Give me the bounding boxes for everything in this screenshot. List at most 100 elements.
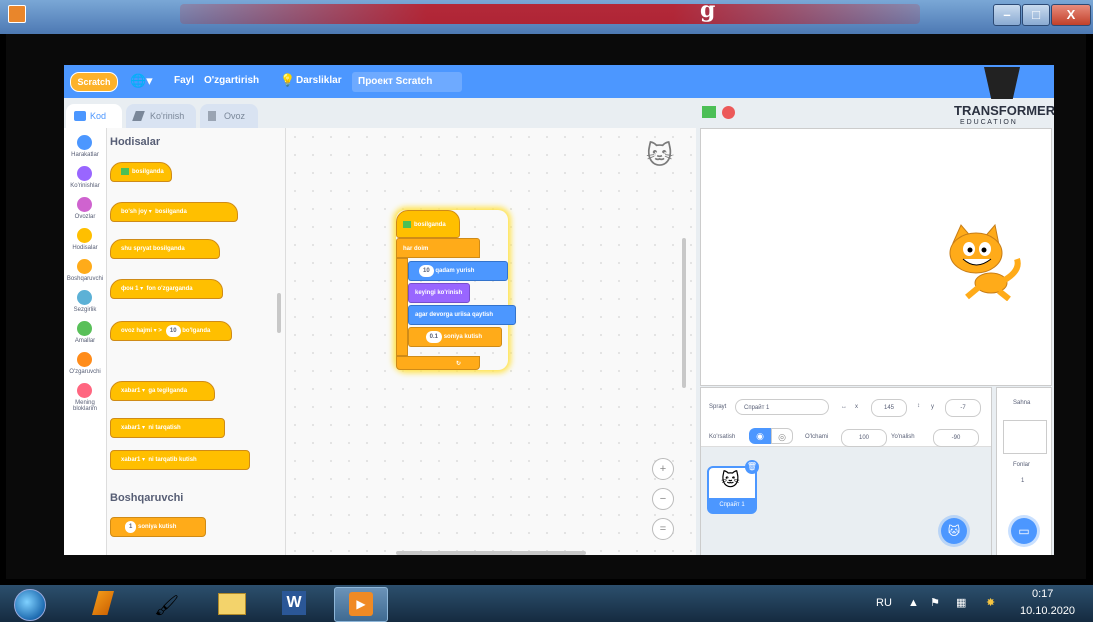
power-icon[interactable]: ✸ [986,596,995,609]
sprite-thumb-label: Спрайт 1 [709,498,755,512]
tray-expand-icon[interactable]: ▲ [908,597,919,609]
x-input[interactable]: 145 [871,399,907,417]
choose-sprite-button[interactable]: 🐱 [941,518,967,544]
language-indicator[interactable]: RU [876,597,892,609]
block-when-flag-clicked[interactable]: bosilganda [110,162,172,182]
category-my-blocks[interactable]: Mening bloklarim [64,380,106,426]
block-when-backdrop-switches[interactable]: фон 1 ▾ fon o'zgarganda [110,279,223,299]
cat-sprite[interactable] [939,221,1029,301]
flag-icon[interactable]: ⚑ [930,596,940,609]
show-eye-icon[interactable]: ◉ [749,428,771,444]
close-button[interactable]: X [1051,4,1091,26]
script-next-costume[interactable]: keyingi ko'rinish [408,283,470,303]
script-bounce[interactable]: agar devorga uriisa qaytish [408,305,516,325]
taskbar-player[interactable]: ▶ [334,587,388,622]
start-button[interactable] [14,589,46,621]
tab-sounds[interactable]: Ovoz [200,104,258,128]
sprite-thumbnail[interactable]: 🐱 Спрайт 1 🗑 [707,460,759,514]
taskbar-explorer[interactable] [204,587,256,620]
stage-thumbnail[interactable] [1003,420,1047,454]
category-dot [77,135,92,150]
category-label: Ovozlar [74,214,96,220]
folder-icon [218,593,246,615]
script-move-steps[interactable]: 10 qadam yurish [408,261,508,281]
block-dropdown[interactable]: xabar1 [121,457,140,463]
block-text: bo'lganda [182,328,211,334]
block-input[interactable]: 1 [125,521,137,533]
menu-file[interactable]: Fayl [174,75,194,86]
block-input[interactable]: 10 [165,325,181,337]
backdrops-label: Fonlar [1013,462,1031,468]
script-wait[interactable]: 0.1 soniya kutish [408,327,502,347]
green-flag-icon [121,167,129,175]
block-dropdown[interactable]: ovoz hajmi [121,328,152,334]
green-flag-button[interactable] [702,106,716,118]
taskbar-app-2[interactable]: 🖌 [140,587,192,620]
globe-icon[interactable]: 🌐▾ [130,73,153,89]
y-input[interactable]: -7 [945,399,981,417]
sprite-ghost-icon: 🐱 [646,140,674,170]
zoom-in-button[interactable]: + [652,458,674,480]
stage-selector: Sahna Fonlar 1 ▭ [996,387,1052,555]
brush-icon [132,111,145,121]
block-input[interactable]: 10 [419,265,434,277]
block-dropdown[interactable]: bo'sh joy [121,209,147,215]
block-broadcast[interactable]: xabar1 ▾ ni tarqatish [110,418,225,438]
stage[interactable] [700,128,1052,386]
project-title-input[interactable]: Проект Scratch [352,72,462,92]
block-when-i-receive[interactable]: xabar1 ▾ ga tegilganda [110,381,215,401]
size-input[interactable]: 100 [841,429,887,447]
menu-edit[interactable]: O'zgartirish [204,75,259,86]
trash-icon[interactable]: 🗑 [745,460,759,474]
clock-date[interactable]: 10.10.2020 [1020,605,1075,617]
block-wait[interactable]: 1 soniya kutish [110,517,206,537]
code-workspace[interactable]: 🐱 bosilganda har doim 10 qadam yurish ke… [286,128,696,555]
window-titlebar: g – □ X [0,0,1093,34]
clock-time[interactable]: 0:17 [1032,588,1053,600]
workspace-scrollbar[interactable] [396,551,586,555]
watermark-sub: E D U C A T I O N [960,119,1016,126]
stop-button[interactable] [722,106,735,119]
show-label: Ko'rsatish [709,434,736,440]
block-dropdown[interactable]: фон 1 [121,286,138,292]
tab-costumes[interactable]: Ko'rinish [126,104,196,128]
tab-code[interactable]: Kod [66,104,122,128]
category-label: Hodisalar [72,245,98,251]
hide-eye-icon[interactable]: ◎ [771,428,793,444]
category-label: Amallar [74,338,96,344]
block-broadcast-and-wait[interactable]: xabar1 ▾ ni tarqatib kutish [110,450,250,470]
direction-input[interactable]: -90 [933,429,979,447]
lightbulb-icon: 💡 [280,73,295,87]
x-label: x [855,404,858,410]
zoom-reset-button[interactable]: = [652,518,674,540]
sprite-props: Sprayt Спрайт 1 ↔ x 145 ↕ y -7 Ko'rsatis… [701,388,991,447]
sprite-name-input[interactable]: Спрайт 1 [735,399,829,415]
zoom-out-button[interactable]: − [652,488,674,510]
block-when-greater-than[interactable]: ovoz hajmi ▾ >10 bo'lganda [110,321,232,341]
title-glare [180,4,920,24]
taskbar-word[interactable]: W [268,587,320,620]
script-hat-flag[interactable]: bosilganda [396,210,460,238]
maximize-button[interactable]: □ [1022,4,1050,26]
block-when-sprite-clicked[interactable]: shu spryat bosilganda [110,239,220,259]
taskbar-app-1[interactable] [78,587,130,620]
block-text: har doim [403,246,429,252]
scratch-logo[interactable]: Scratch [70,72,118,92]
block-dropdown[interactable]: xabar1 [121,425,140,431]
workspace-vscrollbar[interactable] [682,238,686,388]
block-text: soniya kutish [138,524,177,530]
block-text: bosilganda [414,222,446,228]
menu-tutorials[interactable]: Darsliklar [296,75,342,86]
choose-backdrop-button[interactable]: ▭ [1011,518,1037,544]
block-input[interactable]: 0.1 [425,331,443,343]
network-icon[interactable]: ▦ [956,596,966,609]
menu-bar: Scratch 🌐▾ Fayl O'zgartirish 💡 Darslikla… [64,65,1054,98]
category-label: Harakatlar [71,152,99,158]
minimize-button[interactable]: – [993,4,1021,26]
window-title-fragment: g [700,0,716,23]
palette-scrollbar[interactable] [277,293,281,333]
script-forever[interactable]: har doim [396,238,480,258]
block-when-key-pressed[interactable]: bo'sh joy ▾ bosilganda [110,202,238,222]
block-dropdown[interactable]: xabar1 [121,388,140,394]
green-flag-icon [403,220,411,228]
